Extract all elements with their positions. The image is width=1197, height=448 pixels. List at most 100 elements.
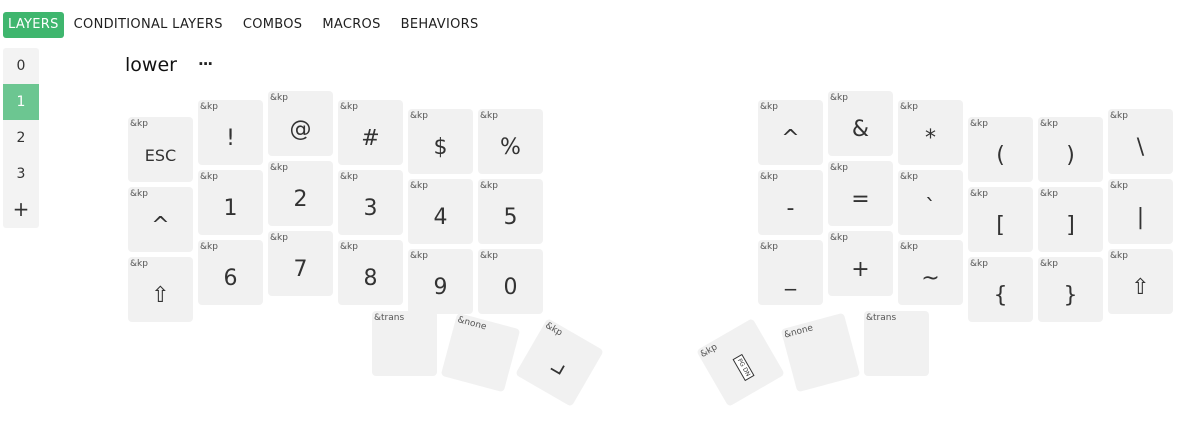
key-17[interactable]: &kp 5 xyxy=(478,179,543,244)
key-legend: ⇧ xyxy=(151,283,170,308)
key-binding-label: &kp xyxy=(270,233,288,243)
key-24[interactable]: &kp ⇧ xyxy=(128,257,193,322)
key-20[interactable]: &kp ` xyxy=(898,170,963,235)
key-legend: ^ xyxy=(151,213,170,238)
key-legend: [ xyxy=(996,213,1005,238)
key-binding-label: &kp xyxy=(760,172,778,182)
key-binding-label: &kp xyxy=(1040,189,1058,199)
key-legend: * xyxy=(925,126,936,151)
key-binding-label: &kp xyxy=(830,233,848,243)
key-binding-label: &kp xyxy=(340,242,358,252)
layer-item-1[interactable]: 1 xyxy=(3,84,39,120)
key-29[interactable]: &kp 0 xyxy=(478,249,543,314)
key-27[interactable]: &kp 8 xyxy=(338,240,403,305)
key-binding-label: &kp xyxy=(830,163,848,173)
key-legend: 7 xyxy=(293,257,308,282)
key-38[interactable]: &kp xyxy=(515,318,604,407)
key-legend: + xyxy=(851,257,870,282)
add-layer-button[interactable]: + xyxy=(3,192,39,226)
key-21[interactable]: &kp [ xyxy=(968,187,1033,252)
top-nav: LAYERS CONDITIONAL LAYERS COMBOS MACROS … xyxy=(0,12,489,38)
key-15[interactable]: &kp 3 xyxy=(338,170,403,235)
key-30[interactable]: &kp _ xyxy=(758,240,823,305)
key-legend: } xyxy=(1063,283,1078,308)
tab-combos[interactable]: COMBOS xyxy=(233,12,313,38)
key-legend xyxy=(372,323,437,376)
layer-list: 0 1 2 3 + xyxy=(3,48,39,228)
key-binding-label: &kp xyxy=(970,119,988,129)
key-legend: 1 xyxy=(223,196,238,221)
key-binding-label: &kp xyxy=(130,119,148,129)
key-22[interactable]: &kp] xyxy=(1038,187,1103,252)
key-legend: 6 xyxy=(223,266,238,291)
key-19[interactable]: &kp = xyxy=(828,161,893,226)
key-legend: @ xyxy=(289,117,312,142)
key-37[interactable]: &none xyxy=(440,312,521,393)
key-40[interactable]: &none xyxy=(780,312,861,393)
key-35[interactable]: &kp ⇧ xyxy=(1108,249,1173,314)
enter-icon xyxy=(515,328,598,406)
tab-behaviors[interactable]: BEHAVIORS xyxy=(391,12,489,38)
key-legend: _ xyxy=(785,266,796,291)
key-legend: ) xyxy=(1066,143,1075,168)
layer-options-button[interactable]: ··· xyxy=(198,55,213,73)
key-binding-label: &kp xyxy=(270,93,288,103)
key-11[interactable]: &kp \ xyxy=(1108,109,1173,174)
key-1[interactable]: &kp! xyxy=(198,100,263,165)
key-18[interactable]: &kp - xyxy=(758,170,823,235)
key-9[interactable]: &kp ( xyxy=(968,117,1033,182)
key-32[interactable]: &kp ~ xyxy=(898,240,963,305)
key-legend: = xyxy=(851,187,870,212)
key-legend: ( xyxy=(996,143,1005,168)
tab-macros[interactable]: MACROS xyxy=(312,12,390,38)
key-12[interactable]: &kp ^ xyxy=(128,187,193,252)
key-legend: ^ xyxy=(781,126,800,151)
key-binding-label: &kp xyxy=(480,111,498,121)
key-binding-label: &kp xyxy=(200,242,218,252)
key-binding-label: &kp xyxy=(200,172,218,182)
key-2[interactable]: &kp @ xyxy=(268,91,333,156)
key-8[interactable]: &kp * xyxy=(898,100,963,165)
key-legend: & xyxy=(851,117,870,142)
key-binding-label: &trans xyxy=(374,313,405,323)
key-16[interactable]: &kp 4 xyxy=(408,179,473,244)
key-legend: ~ xyxy=(921,266,940,291)
layer-item-0[interactable]: 0 xyxy=(3,48,39,84)
key-7[interactable]: &kp & xyxy=(828,91,893,156)
key-legend: 3 xyxy=(363,196,378,221)
key-14[interactable]: &kp 2 xyxy=(268,161,333,226)
key-binding-label: &kp xyxy=(1110,251,1128,261)
key-41[interactable]: &trans xyxy=(864,311,929,376)
key-31[interactable]: &kp + xyxy=(828,231,893,296)
key-binding-label: &kp xyxy=(760,102,778,112)
key-binding-label: &kp xyxy=(1110,111,1128,121)
key-binding-label: &kp xyxy=(480,251,498,261)
key-36[interactable]: &trans xyxy=(372,311,437,376)
key-binding-label: &trans xyxy=(866,313,897,323)
key-25[interactable]: &kp 6 xyxy=(198,240,263,305)
key-26[interactable]: &kp 7 xyxy=(268,231,333,296)
key-binding-label: &kp xyxy=(900,102,918,112)
layer-name[interactable]: lower xyxy=(125,54,177,76)
key-13[interactable]: &kp 1 xyxy=(198,170,263,235)
key-5[interactable]: &kp% xyxy=(478,109,543,174)
key-legend: 9 xyxy=(433,275,448,300)
key-legend: # xyxy=(361,126,380,151)
key-34[interactable]: &kp} xyxy=(1038,257,1103,322)
key-0[interactable]: &kp ESC xyxy=(128,117,193,182)
tab-conditional-layers[interactable]: CONDITIONAL LAYERS xyxy=(64,12,233,38)
layer-item-3[interactable]: 3 xyxy=(3,156,39,192)
key-6[interactable]: &kp ^ xyxy=(758,100,823,165)
key-10[interactable]: &kp) xyxy=(1038,117,1103,182)
layer-item-2[interactable]: 2 xyxy=(3,120,39,156)
key-binding-label: &kp xyxy=(970,259,988,269)
key-28[interactable]: &kp 9 xyxy=(408,249,473,314)
key-binding-label: &kp xyxy=(970,189,988,199)
key-3[interactable]: &kp # xyxy=(338,100,403,165)
key-23[interactable]: &kp | xyxy=(1108,179,1173,244)
key-33[interactable]: &kp { xyxy=(968,257,1033,322)
key-binding-label: &kp xyxy=(410,181,428,191)
tab-layers[interactable]: LAYERS xyxy=(3,12,64,38)
key-39[interactable]: &kp PG DN xyxy=(696,318,785,407)
key-4[interactable]: &kp $ xyxy=(408,109,473,174)
